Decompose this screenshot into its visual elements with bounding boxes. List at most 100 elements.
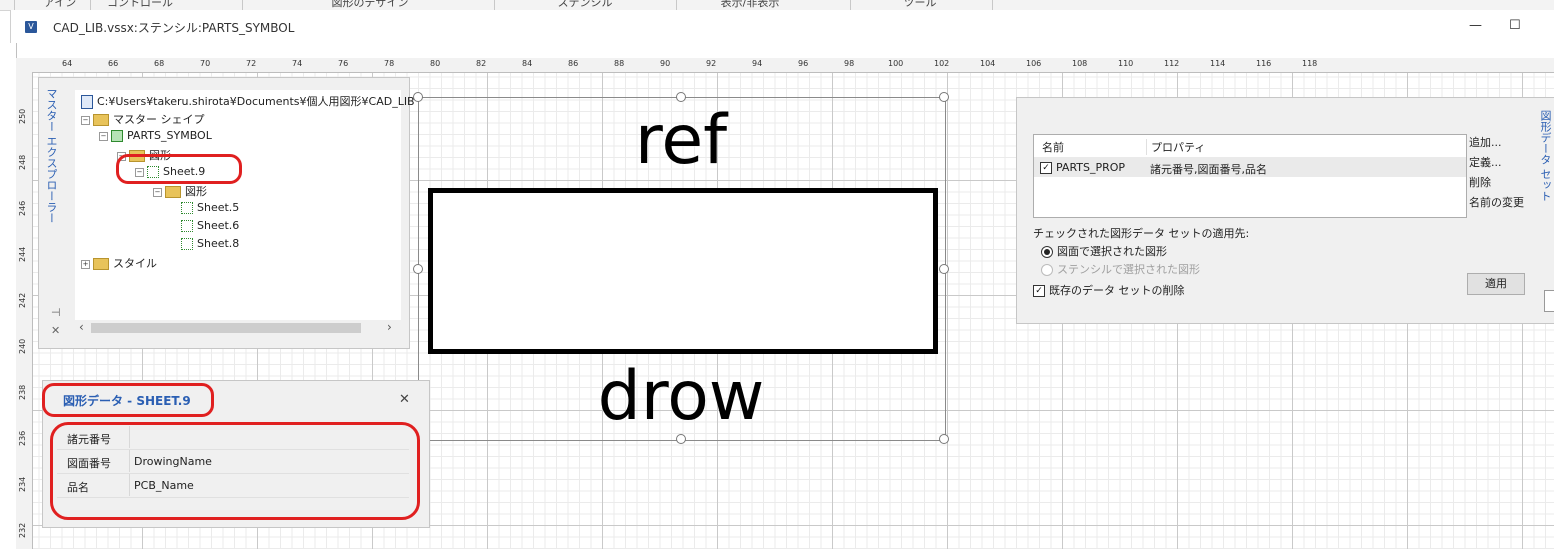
tree-item-master-shapes[interactable]: − マスター シェイプ [81, 111, 205, 127]
collapse-icon[interactable]: − [81, 115, 90, 125]
ruler-tick-label: 104 [980, 59, 996, 68]
rename-button[interactable]: 名前の変更 [1469, 194, 1524, 210]
horizontal-ruler: 64 66 68 70 72 74 76 78 80 82 84 86 88 9… [32, 58, 1554, 73]
folder-icon [93, 114, 109, 126]
shape-data-close-icon[interactable]: ✕ [399, 392, 410, 407]
tree-item-label: PARTS_SYMBOL [127, 129, 212, 142]
data-set-row[interactable]: ✓ PARTS_PROP 諸元番号,図面番号,品名 [1034, 157, 1466, 177]
ruler-tick-label: 98 [844, 59, 855, 68]
tree-item-label: スタイル [113, 257, 157, 270]
tree-item-parts-symbol[interactable]: − PARTS_SYMBOL [99, 129, 212, 142]
option-label: ステンシルで選択された図形 [1057, 263, 1200, 276]
vertical-ruler: 250 248 246 244 242 240 238 236 234 232 [16, 72, 33, 549]
shape-drow-text[interactable]: drow [420, 352, 942, 442]
folder-icon [165, 186, 181, 198]
column-header-property[interactable]: プロパティ [1146, 139, 1205, 155]
ruler-tick-label: 236 [18, 430, 27, 446]
scroll-right-icon[interactable]: › [387, 320, 392, 334]
stencil-file-icon [81, 95, 93, 109]
apply-button[interactable]: 適用 [1467, 273, 1525, 295]
tree-item-label: Sheet.6 [197, 219, 240, 232]
data-sets-panel-title: 図形データ セット [1539, 110, 1552, 202]
tree-item-styles[interactable]: + スタイル [81, 255, 157, 271]
shape-data-sets-panel: 図形データ セット 名前 プロパティ ✓ PARTS_PROP 諸元番号,図面番号… [1016, 97, 1554, 324]
ruler-tick-label: 88 [614, 59, 625, 68]
ruler-tick-label: 84 [522, 59, 533, 68]
minimize-button[interactable]: — [1469, 18, 1482, 33]
ruler-tick-label: 86 [568, 59, 579, 68]
data-sets-header: 名前 プロパティ [1034, 135, 1466, 158]
tree-root-label: C:¥Users¥takeru.shirota¥Documents¥個人用図形¥… [97, 95, 415, 108]
resize-handle-right[interactable] [939, 264, 949, 274]
collapse-icon[interactable]: − [99, 131, 108, 141]
explorer-close-icon[interactable]: ✕ [51, 324, 60, 337]
ruler-tick-label: 112 [1164, 59, 1180, 68]
ribbon-group-tools: ツール [903, 0, 937, 9]
data-set-checkbox[interactable]: ✓ [1040, 162, 1052, 174]
annotation-highlight-title [42, 383, 214, 417]
define-button[interactable]: 定義... [1469, 154, 1502, 170]
ruler-tick-label: 106 [1026, 59, 1042, 68]
ribbon-separator [90, 0, 91, 10]
ruler-tick-label: 118 [1302, 59, 1318, 68]
tree-item-shapes-folder-2[interactable]: − 図形 [153, 183, 207, 199]
ruler-tick-label: 102 [934, 59, 950, 68]
ruler-tick-label: 90 [660, 59, 671, 68]
tree-root[interactable]: C:¥Users¥takeru.shirota¥Documents¥個人用図形¥… [81, 93, 415, 109]
delete-existing-checkbox[interactable]: ✓ [1033, 285, 1045, 297]
ruler-tick-label: 108 [1072, 59, 1088, 68]
data-set-properties: 諸元番号,図面番号,品名 [1150, 163, 1267, 176]
radio-icon[interactable] [1041, 246, 1053, 258]
radio-icon[interactable] [1041, 264, 1053, 276]
shape-icon [181, 238, 193, 250]
tree-item-sheet6[interactable]: Sheet.6 [181, 219, 239, 232]
ruler-tick-label: 66 [108, 59, 119, 68]
scrollbar-thumb[interactable] [91, 323, 361, 333]
pin-icon[interactable]: ⊣ [51, 306, 61, 319]
data-sets-list: 名前 プロパティ ✓ PARTS_PROP 諸元番号,図面番号,品名 [1033, 134, 1467, 218]
ruler-tick-label: 110 [1118, 59, 1134, 68]
ruler-tick-label: 116 [1256, 59, 1272, 68]
ribbon-group-stencil: ステンシル [557, 0, 613, 9]
tree-item-sheet5[interactable]: Sheet.5 [181, 201, 239, 214]
tree-item-label: マスター シェイプ [113, 113, 205, 126]
maximize-button[interactable]: ☐ [1509, 18, 1521, 33]
ruler-tick-label: 250 [18, 108, 27, 124]
scroll-left-icon[interactable]: ‹ [79, 320, 84, 334]
ruler-corner [16, 58, 32, 72]
ruler-tick-label: 234 [18, 476, 27, 492]
column-header-name[interactable]: 名前 [1042, 139, 1064, 155]
shape-icon [181, 202, 193, 214]
ribbon-separator [850, 0, 851, 10]
expand-icon[interactable]: + [81, 259, 90, 269]
data-set-name-label: PARTS_PROP [1056, 161, 1126, 174]
canvas-scroll-indicator[interactable] [1544, 290, 1554, 312]
apply-to-label: チェックされた図形データ セットの適用先: [1033, 227, 1250, 240]
tree-item-sheet8[interactable]: Sheet.8 [181, 237, 239, 250]
explorer-horizontal-scrollbar[interactable]: ‹ › [75, 320, 401, 336]
add-button[interactable]: 追加... [1469, 134, 1502, 150]
shape-rectangle[interactable] [428, 188, 938, 354]
master-explorer-panel: マスター エクスプローラー ⊣ ✕ C:¥Users¥takeru.shirot… [38, 77, 415, 349]
ruler-tick-label: 78 [384, 59, 395, 68]
resize-handle-left[interactable] [413, 264, 423, 274]
ruler-tick-label: 92 [706, 59, 717, 68]
option-label: 既存のデータ セットの削除 [1049, 284, 1185, 297]
option-drawing-selection[interactable]: 図面で選択された図形 [1041, 243, 1167, 259]
ruler-tick-label: 82 [476, 59, 487, 68]
option-stencil-selection[interactable]: ステンシルで選択された図形 [1041, 261, 1200, 277]
window-title: CAD_LIB.vssx:ステンシル:PARTS_SYMBOL [53, 21, 295, 35]
collapse-icon[interactable]: − [153, 187, 162, 197]
delete-button[interactable]: 削除 [1469, 174, 1491, 190]
data-set-name: ✓ PARTS_PROP [1040, 161, 1125, 174]
ruler-tick-label: 64 [62, 59, 73, 68]
ruler-tick-label: 244 [18, 246, 27, 262]
tree-item-label: Sheet.5 [197, 201, 240, 214]
tree-item-label: 図形 [185, 185, 207, 198]
delete-existing-option[interactable]: ✓ 既存のデータ セットの削除 [1033, 282, 1185, 298]
ribbon-group-show-hide: 表示/非表示 [720, 0, 780, 9]
master-explorer-title: マスター エクスプローラー [45, 88, 58, 224]
shape-ref-text[interactable]: ref [420, 96, 942, 186]
annotation-highlight-data [50, 422, 420, 520]
ruler-tick-label: 68 [154, 59, 165, 68]
